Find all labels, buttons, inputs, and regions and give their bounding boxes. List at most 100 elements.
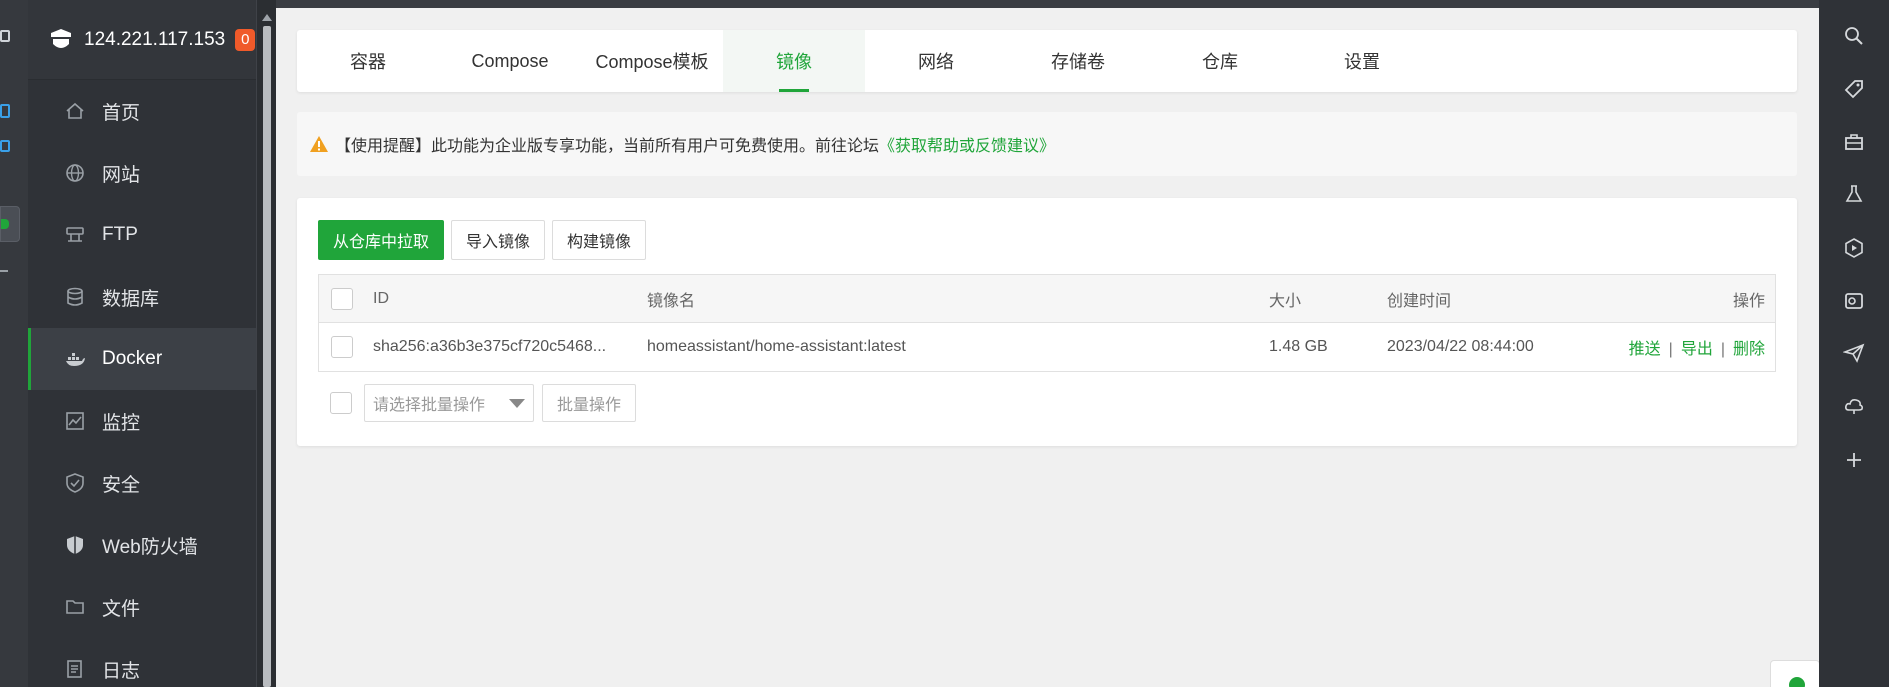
sidebar: 124.221.117.153 0 首页 网站 FTP 数据库 Docker 监… xyxy=(28,0,256,687)
tab-volumes[interactable]: 存储卷 xyxy=(1007,30,1149,92)
select-all-checkbox[interactable] xyxy=(331,287,353,310)
sidebar-item-label: FTP xyxy=(102,224,138,245)
server-header: 124.221.117.153 0 xyxy=(28,0,256,80)
sidebar-item-website[interactable]: 网站 xyxy=(28,142,256,204)
send-icon[interactable] xyxy=(1842,341,1866,365)
toolbox-icon[interactable] xyxy=(1842,130,1866,154)
sidebar-item-ftp[interactable]: FTP xyxy=(28,204,256,266)
tag-icon[interactable] xyxy=(1842,77,1866,101)
column-created: 创建时间 xyxy=(1387,292,1452,310)
firewall-icon xyxy=(64,534,86,556)
push-link[interactable]: 推送 xyxy=(1629,341,1661,358)
docker-tabs: 容器 Compose Compose模板 镜像 网络 存储卷 仓库 设置 xyxy=(297,30,1797,92)
sidebar-item-logs[interactable]: 日志 xyxy=(28,638,256,687)
table-header: ID 镜像名 大小 创建时间 操作 xyxy=(319,275,1775,323)
search-icon[interactable] xyxy=(1842,24,1866,48)
batch-operation-button[interactable]: 批量操作 xyxy=(542,384,637,422)
pull-from-registry-button[interactable]: 从仓库中拉取 xyxy=(318,220,445,260)
chevron-down-icon xyxy=(509,398,525,408)
build-image-button[interactable]: 构建镜像 xyxy=(552,220,647,260)
hexagon-play-icon[interactable] xyxy=(1842,236,1866,260)
import-image-button[interactable]: 导入镜像 xyxy=(451,220,546,260)
cloud-icon[interactable] xyxy=(1842,394,1866,418)
science-icon[interactable] xyxy=(1842,182,1866,206)
batch-operations: 请选择批量操作 批量操作 xyxy=(330,384,637,422)
tab-compose-template[interactable]: Compose模板 xyxy=(581,30,723,92)
sidebar-item-label: Web防火墙 xyxy=(102,536,198,558)
shield-icon xyxy=(64,472,86,494)
server-ip: 124.221.117.153 xyxy=(84,28,226,50)
column-name: 镜像名 xyxy=(647,292,696,310)
sidebar-item-label: 首页 xyxy=(102,102,141,124)
active-extension-tab[interactable] xyxy=(0,206,20,242)
table-row: sha256:a36b3e375cf720c5468... homeassist… xyxy=(319,323,1775,371)
sidebar-item-docker[interactable]: Docker xyxy=(28,328,256,390)
monitor-icon xyxy=(64,410,86,432)
log-icon xyxy=(64,658,86,680)
image-created: 2023/04/22 08:44:00 xyxy=(1387,338,1534,355)
chat-icon xyxy=(1789,677,1805,687)
bot-icon[interactable] xyxy=(0,140,10,152)
home-icon xyxy=(64,100,86,122)
browser-side-strip xyxy=(0,0,28,687)
column-id: ID xyxy=(373,289,389,307)
folder-icon xyxy=(64,596,86,618)
scrollbar-thumb[interactable] xyxy=(263,26,271,687)
tab-containers[interactable]: 容器 xyxy=(297,30,439,92)
image-id: sha256:a36b3e375cf720c5468... xyxy=(373,338,607,355)
outlook-icon[interactable] xyxy=(1842,289,1866,313)
usage-notice: 【使用提醒】此功能为企业版专享功能，当前所有用户可免费使用。前往论坛 《获取帮助… xyxy=(297,112,1797,176)
select-placeholder: 请选择批量操作 xyxy=(373,397,486,414)
scroll-up-arrow-icon[interactable] xyxy=(262,14,272,21)
globe-icon xyxy=(64,162,86,184)
plus-icon[interactable] xyxy=(1842,448,1866,472)
sidebar-item-label: 文件 xyxy=(102,598,141,620)
sidebar-item-files[interactable]: 文件 xyxy=(28,576,256,638)
separator: | xyxy=(1720,341,1725,358)
batch-select-checkbox[interactable] xyxy=(330,392,352,414)
column-size: 大小 xyxy=(1269,292,1302,310)
row-actions: 推送 | 导出 | 删除 xyxy=(1587,335,1775,359)
sidebar-item-label: 日志 xyxy=(102,660,141,682)
panel-logo-icon xyxy=(51,28,71,48)
divider xyxy=(0,270,8,272)
image-name: homeassistant/home-assistant:latest xyxy=(647,338,906,355)
sidebar-item-security[interactable]: 安全 xyxy=(28,452,256,514)
green-dot-icon xyxy=(1,219,9,229)
tab-compose[interactable]: Compose xyxy=(439,30,581,92)
row-checkbox[interactable] xyxy=(331,336,353,358)
sidebar-item-label: 安全 xyxy=(102,474,141,496)
feedback-float-button[interactable] xyxy=(1770,660,1820,687)
right-toolbar xyxy=(1819,0,1889,687)
export-link[interactable]: 导出 xyxy=(1681,341,1713,358)
sidebar-item-home[interactable]: 首页 xyxy=(28,80,256,142)
delete-link[interactable]: 删除 xyxy=(1733,341,1765,358)
batch-operation-select[interactable]: 请选择批量操作 xyxy=(364,384,534,422)
forum-help-link[interactable]: 《获取帮助或反馈建议》 xyxy=(879,132,1055,156)
notification-badge[interactable]: 0 xyxy=(235,28,256,51)
image-size: 1.48 GB xyxy=(1269,338,1328,355)
ftp-icon xyxy=(64,224,86,246)
database-icon xyxy=(64,286,86,308)
tab-registry[interactable]: 仓库 xyxy=(1149,30,1291,92)
sidebar-item-label: 网站 xyxy=(102,164,141,186)
separator: | xyxy=(1668,341,1673,358)
page-icon[interactable] xyxy=(0,30,10,42)
images-table: ID 镜像名 大小 创建时间 操作 sha256:a36b3e375cf720c… xyxy=(318,274,1776,372)
tab-images[interactable]: 镜像 xyxy=(723,30,865,92)
sidebar-item-database[interactable]: 数据库 xyxy=(28,266,256,328)
tab-network[interactable]: 网络 xyxy=(865,30,1007,92)
images-panel: 从仓库中拉取 导入镜像 构建镜像 ID 镜像名 大小 创建时间 操作 sha25… xyxy=(297,198,1797,446)
main-content: 容器 Compose Compose模板 镜像 网络 存储卷 仓库 设置 【使用… xyxy=(276,8,1819,687)
sidebar-item-label: Docker xyxy=(102,348,163,369)
sidebar-item-monitor[interactable]: 监控 xyxy=(28,390,256,452)
sidebar-scrollbar[interactable] xyxy=(256,0,276,687)
sidebar-item-label: 监控 xyxy=(102,412,141,434)
sidebar-item-waf[interactable]: Web防火墙 xyxy=(28,514,256,576)
bot-icon[interactable] xyxy=(0,104,10,118)
column-actions: 操作 xyxy=(1732,292,1765,310)
warning-icon xyxy=(310,136,328,152)
tab-settings[interactable]: 设置 xyxy=(1291,30,1433,92)
sidebar-item-label: 数据库 xyxy=(102,288,160,310)
notice-text: 【使用提醒】此功能为企业版专享功能，当前所有用户可免费使用。前往论坛 xyxy=(335,138,880,155)
